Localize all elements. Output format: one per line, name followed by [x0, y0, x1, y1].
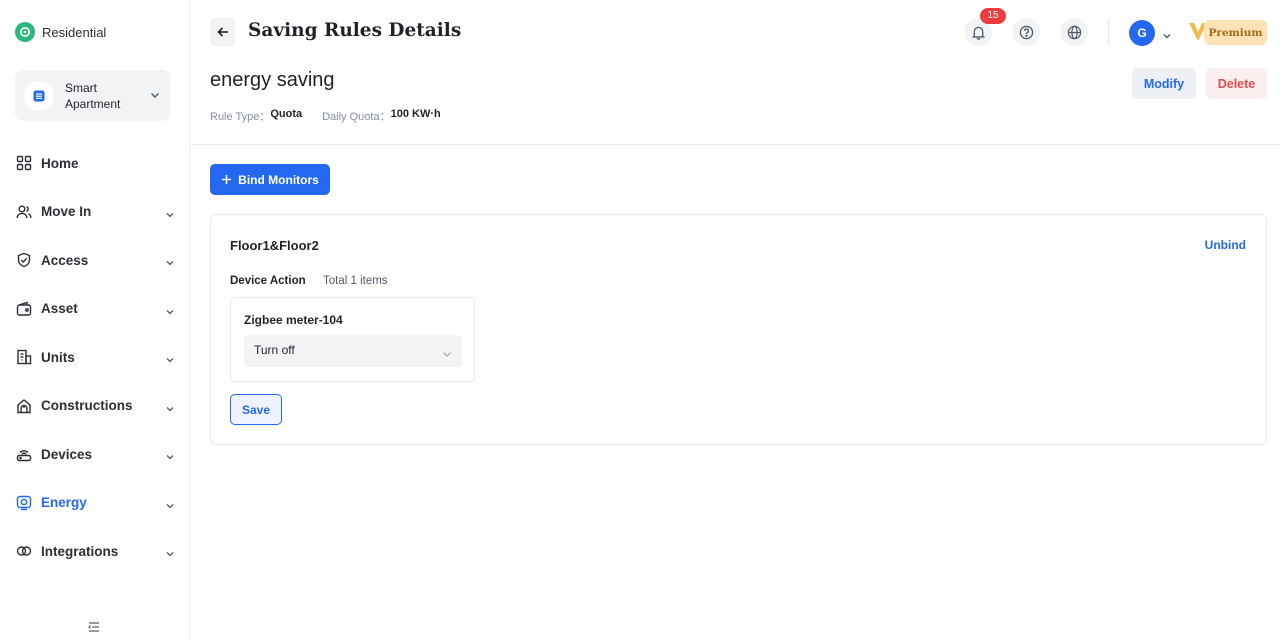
device-action-label: Device Action: [230, 275, 306, 287]
sidebar-item-label: Energy: [41, 495, 87, 511]
back-button[interactable]: [210, 18, 235, 46]
sidebar-item-label: Constructions: [41, 398, 133, 414]
chevron-down-icon: [165, 255, 175, 273]
section-divider: [190, 144, 1280, 145]
grid-icon: [15, 154, 33, 172]
device-action-total: Total 1 items: [323, 275, 388, 287]
sidebar-item-access[interactable]: Access: [0, 236, 190, 285]
sidebar-item-integrations[interactable]: Integrations: [0, 527, 190, 576]
residential-logo-icon: [15, 22, 35, 42]
project-selector[interactable]: Smart Apartment: [15, 70, 170, 121]
help-button[interactable]: [1012, 18, 1040, 46]
globe-icon: [1067, 25, 1081, 39]
modify-button[interactable]: Modify: [1132, 68, 1196, 99]
sidebar-item-label: Home: [41, 155, 79, 171]
bell-icon: [971, 26, 985, 40]
collapse-sidebar-icon[interactable]: [87, 620, 101, 639]
chevron-down-icon: [165, 207, 175, 225]
apartment-icon: [24, 80, 54, 111]
group-name: Floor1&Floor2: [230, 238, 319, 253]
sidebar-item-energy[interactable]: Energy: [0, 479, 190, 528]
puzzle-icon: [15, 542, 33, 560]
users-icon: [15, 203, 33, 221]
avatar[interactable]: G: [1129, 20, 1155, 46]
brand-name: Residential: [42, 24, 107, 40]
premium-badge[interactable]: Premium: [1204, 20, 1267, 45]
chevron-down-icon: [149, 88, 161, 106]
sidebar-item-move-in[interactable]: Move In: [0, 188, 190, 237]
sidebar-item-label: Move In: [41, 204, 92, 220]
chevron-down-icon: [165, 546, 175, 564]
project-name: Smart Apartment: [65, 80, 121, 111]
sidebar-item-label: Units: [41, 349, 75, 365]
save-button[interactable]: Save: [230, 394, 282, 425]
chevron-down-icon[interactable]: [1162, 28, 1172, 46]
sidebar-nav: Home Move In Access Asset Units Construc…: [0, 139, 190, 576]
bind-monitors-label: Bind Monitors: [238, 172, 319, 187]
daily-quota-label: Daily Quota：: [322, 111, 391, 123]
building-icon: [15, 348, 33, 366]
sidebar-item-label: Asset: [41, 301, 78, 317]
energy-icon: [15, 494, 33, 512]
device-action-select[interactable]: Turn off: [244, 335, 462, 367]
language-button[interactable]: [1060, 18, 1088, 46]
sidebar: Residential Smart Apartment Home Move In: [0, 0, 190, 640]
monitor-group-card: Floor1&Floor2 Unbind Device Action Total…: [210, 214, 1267, 445]
sidebar-item-label: Integrations: [41, 543, 119, 559]
sidebar-item-constructions[interactable]: Constructions: [0, 382, 190, 431]
page-title: Saving Rules Details: [248, 20, 462, 41]
router-icon: [15, 445, 33, 463]
delete-button[interactable]: Delete: [1206, 68, 1267, 99]
rule-name: energy saving: [210, 69, 335, 91]
sidebar-item-units[interactable]: Units: [0, 333, 190, 382]
bind-monitors-button[interactable]: Bind Monitors: [210, 164, 330, 195]
chevron-down-icon: [165, 498, 175, 516]
help-icon: [1019, 25, 1033, 39]
chevron-down-icon: [165, 449, 175, 467]
chevron-down-icon: [442, 346, 452, 364]
device-action-item: Zigbee meter-104 Turn off: [230, 297, 475, 382]
notification-badge: 15: [980, 8, 1006, 24]
device-action-value: Turn off: [254, 343, 295, 357]
arrow-left-icon: [216, 27, 228, 37]
chevron-down-icon: [165, 401, 175, 419]
daily-quota-value: 100 KW·h: [390, 108, 441, 120]
sidebar-item-label: Devices: [41, 446, 93, 462]
sidebar-item-home[interactable]: Home: [0, 139, 190, 188]
sidebar-item-devices[interactable]: Devices: [0, 430, 190, 479]
hardhat-icon: [15, 397, 33, 415]
header-divider: [1108, 19, 1109, 45]
rule-meta: Rule Type： Quota Daily Quota： 100 KW·h: [210, 108, 441, 124]
chevron-down-icon: [165, 304, 175, 322]
brand[interactable]: Residential: [15, 22, 106, 42]
sidebar-item-label: Access: [41, 252, 89, 268]
rule-type-value: Quota: [270, 108, 303, 120]
device-name: Zigbee meter-104: [244, 313, 343, 327]
chevron-down-icon: [165, 352, 175, 370]
wallet-icon: [15, 300, 33, 318]
plus-icon: [222, 174, 232, 185]
rule-type-label: Rule Type：: [210, 111, 271, 123]
unbind-link[interactable]: Unbind: [1205, 238, 1246, 252]
shield-icon: [15, 251, 33, 269]
sidebar-item-asset[interactable]: Asset: [0, 285, 190, 334]
